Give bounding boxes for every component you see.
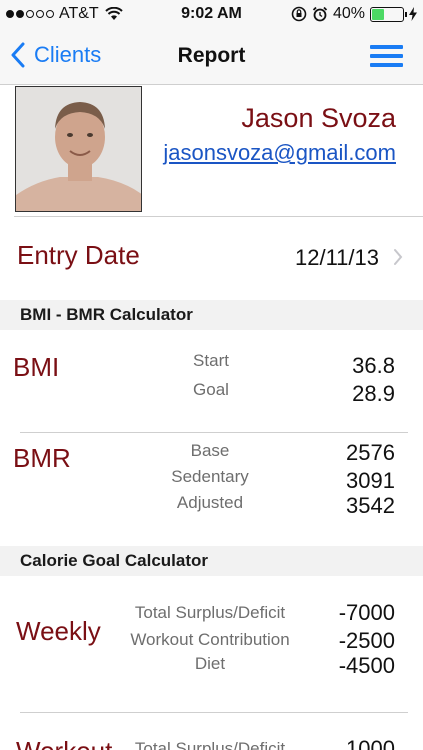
bmi-label: BMI: [13, 352, 60, 382]
battery-fill: [372, 8, 384, 20]
bmi-bmr-section-header: BMI - BMR Calculator: [0, 300, 423, 330]
rotation-lock-icon: [291, 6, 307, 22]
divider: [14, 216, 423, 217]
workout-total-value: 1000: [346, 736, 395, 750]
page-title: Report: [177, 44, 246, 67]
charging-bolt-icon: [409, 7, 417, 21]
calorie-goal-section-header: Calorie Goal Calculator: [0, 546, 423, 576]
weekly-workout-value: -2500: [338, 628, 395, 653]
hamburger-menu-icon[interactable]: [370, 45, 403, 67]
battery-icon: [370, 6, 407, 22]
client-email-link[interactable]: jasonsvoza@gmail.com: [163, 140, 396, 166]
client-name: Jason Svoza: [241, 103, 396, 133]
avatar: [16, 87, 141, 211]
status-right: 40%: [291, 5, 417, 23]
entry-date-label: Entry Date: [17, 240, 140, 270]
weekly-total-label: Total Surplus/Deficit: [134, 603, 286, 622]
chevron-right-icon: [394, 249, 403, 265]
divider: [20, 712, 408, 713]
bmr-adjusted-value: 3542: [346, 493, 395, 518]
bmi-start-label: Start: [193, 351, 229, 370]
weekly-label: Weekly: [16, 616, 101, 646]
workout-label: Workout: [16, 736, 112, 750]
alarm-clock-icon: [312, 6, 328, 22]
bmr-base-value: 2576: [346, 440, 395, 465]
entry-date-value: 12/11/13: [294, 245, 379, 270]
divider: [20, 432, 408, 433]
status-bar: AT&T 9:02 AM 40%: [0, 0, 423, 30]
navigation-bar: Clients Report: [0, 30, 423, 85]
bmi-goal-label: Goal: [193, 380, 229, 399]
workout-total-label: Total Surplus/Deficit: [134, 739, 286, 750]
client-photo: [15, 86, 142, 212]
weekly-workout-label: Workout Contribution: [130, 630, 290, 649]
bmr-adjusted-label: Adjusted: [176, 493, 244, 512]
bmr-sedentary-value: 3091: [346, 468, 395, 493]
bmr-label: BMR: [13, 443, 71, 473]
weekly-total-value: -7000: [338, 600, 395, 625]
bmr-sedentary-label: Sedentary: [171, 467, 249, 486]
bmi-start-value: 36.8: [352, 353, 395, 378]
weekly-diet-label: Diet: [194, 654, 226, 673]
bmr-base-label: Base: [190, 441, 230, 460]
battery-percent: 40%: [332, 5, 365, 22]
weekly-diet-value: -4500: [338, 653, 395, 678]
bmi-goal-value: 28.9: [352, 381, 395, 406]
